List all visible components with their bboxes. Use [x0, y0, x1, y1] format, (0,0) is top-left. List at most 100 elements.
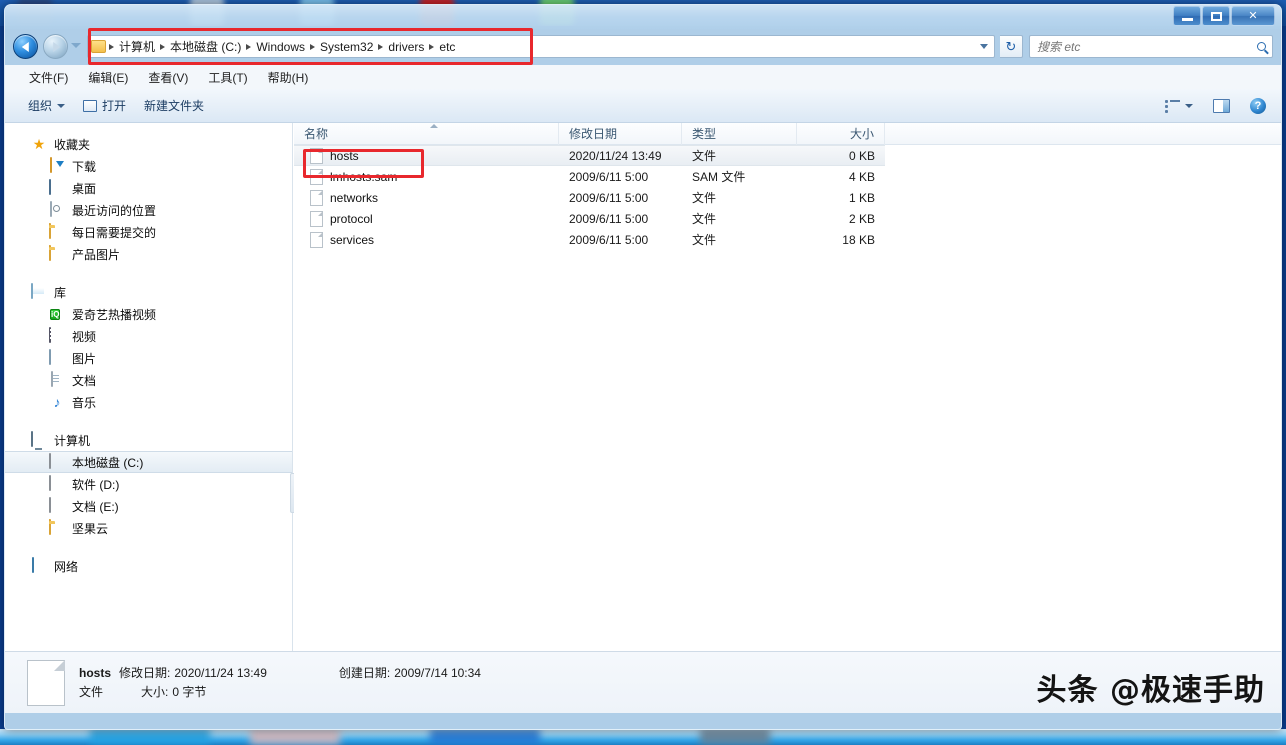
refresh-button[interactable]: ↻: [1000, 35, 1023, 58]
sidebar-item-downloads[interactable]: 下载: [5, 155, 292, 177]
sidebar-item-desktop[interactable]: 桌面: [5, 177, 292, 199]
file-list-view[interactable]: 名称 修改日期 类型 大小 hosts 2020/11/24 13:49 文件 …: [294, 123, 1281, 667]
file-name-cell[interactable]: protocol: [294, 211, 559, 227]
sidebar-label: 网络: [54, 558, 78, 575]
sidebar-item-libraries[interactable]: 库: [5, 281, 292, 303]
file-icon: [310, 211, 323, 227]
help-button[interactable]: ?: [1241, 94, 1275, 118]
chevron-down-icon[interactable]: [980, 44, 988, 49]
open-icon: [83, 100, 97, 112]
navigation-pane[interactable]: ★ 收藏夹 下载 桌面 最近访问的位置: [5, 123, 293, 667]
details-created-value: 2009/7/14 10:34: [394, 664, 481, 683]
history-dropdown-icon[interactable]: [71, 43, 81, 48]
details-text: hosts 修改日期: 2020/11/24 13:49 创建日期: 2009/…: [79, 664, 481, 702]
change-view-button[interactable]: [1156, 96, 1202, 116]
file-icon: [310, 232, 323, 248]
sidebar-item-recent-places[interactable]: 最近访问的位置: [5, 199, 292, 221]
preview-pane-button[interactable]: [1204, 95, 1239, 117]
table-row[interactable]: lmhosts.sam 2009/6/11 5:00 SAM 文件 4 KB: [294, 166, 1281, 187]
sidebar-label: 图片: [72, 350, 96, 367]
breadcrumb-item-4[interactable]: drivers: [384, 38, 428, 56]
details-created-label: 创建日期:: [339, 664, 390, 683]
file-icon-large: [27, 660, 65, 706]
file-type-cell: 文件: [682, 147, 797, 164]
folder-icon: [49, 224, 65, 240]
breadcrumb-separator-icon: [246, 44, 251, 50]
maximize-icon: [1211, 12, 1222, 21]
column-header-type[interactable]: 类型: [682, 123, 797, 145]
sidebar-item-iqiyi[interactable]: iQ 爱奇艺热播视频: [5, 303, 292, 325]
breadcrumb-separator-icon: [429, 44, 434, 50]
breadcrumb-separator-icon: [310, 44, 315, 50]
new-folder-label: 新建文件夹: [144, 97, 204, 114]
menu-item-edit[interactable]: 编辑(E): [78, 66, 138, 89]
sidebar-label: 库: [54, 284, 66, 301]
music-icon: ♪: [49, 394, 65, 410]
menu-item-file[interactable]: 文件(F): [19, 66, 78, 89]
sidebar-item-local-disk-c[interactable]: 本地磁盘 (C:): [5, 451, 292, 473]
file-type-cell: SAM 文件: [682, 168, 797, 185]
forward-button[interactable]: [43, 34, 68, 59]
sidebar-item-pictures[interactable]: 图片: [5, 347, 292, 369]
file-size-cell: 4 KB: [797, 170, 885, 184]
sidebar-item-music[interactable]: ♪ 音乐: [5, 391, 292, 413]
column-header-size[interactable]: 大小: [797, 123, 885, 145]
maximize-button[interactable]: [1202, 6, 1230, 26]
organize-button[interactable]: 组织: [19, 93, 74, 118]
file-type-cell: 文件: [682, 231, 797, 248]
address-bar[interactable]: 计算机 本地磁盘 (C:) Windows System32 drivers e…: [87, 35, 995, 58]
search-icon[interactable]: [1257, 42, 1266, 51]
sidebar-item-drive-d[interactable]: 软件 (D:): [5, 473, 292, 495]
sidebar-item-drive-e[interactable]: 文档 (E:): [5, 495, 292, 517]
taskbar-item-blur: [250, 729, 340, 745]
preview-pane-icon: [1213, 99, 1230, 113]
list-view-icon: [1165, 100, 1180, 112]
table-row[interactable]: networks 2009/6/11 5:00 文件 1 KB: [294, 187, 1281, 208]
search-input[interactable]: [1037, 40, 1257, 54]
close-button[interactable]: ✕: [1231, 6, 1275, 26]
sidebar-item-computer[interactable]: 计算机: [5, 429, 292, 451]
breadcrumb-item-1[interactable]: 本地磁盘 (C:): [166, 36, 245, 57]
watermark: 头条 @极速手助: [1037, 665, 1265, 709]
sidebar-item-documents[interactable]: 文档: [5, 369, 292, 391]
file-type-cell: 文件: [682, 189, 797, 206]
sidebar-label: 视频: [72, 328, 96, 345]
breadcrumb-item-0[interactable]: 计算机: [115, 36, 159, 57]
file-name-cell[interactable]: networks: [294, 190, 559, 206]
breadcrumb-item-5[interactable]: etc: [435, 38, 459, 56]
search-box[interactable]: [1029, 35, 1273, 58]
spacer: [5, 541, 292, 555]
file-type-cell: 文件: [682, 210, 797, 227]
sidebar-label: 每日需要提交的: [72, 224, 156, 241]
sidebar-label: 文档: [72, 372, 96, 389]
menu-item-help[interactable]: 帮助(H): [258, 66, 319, 89]
file-name-cell[interactable]: services: [294, 232, 559, 248]
sidebar-item-product-images[interactable]: 产品图片: [5, 243, 292, 265]
minimize-button[interactable]: [1173, 6, 1201, 26]
menu-item-tools[interactable]: 工具(T): [198, 66, 257, 89]
file-modified-cell: 2020/11/24 13:49: [559, 149, 682, 163]
column-header-date-modified[interactable]: 修改日期: [559, 123, 682, 145]
table-row[interactable]: services 2009/6/11 5:00 文件 18 KB: [294, 229, 1281, 250]
sidebar-label: 音乐: [72, 394, 96, 411]
sidebar-item-network[interactable]: 网络: [5, 555, 292, 577]
sidebar-item-favorites[interactable]: ★ 收藏夹: [5, 133, 292, 155]
breadcrumb-item-3[interactable]: System32: [316, 38, 377, 56]
column-header-name[interactable]: 名称: [294, 123, 559, 145]
sidebar-item-daily-submit[interactable]: 每日需要提交的: [5, 221, 292, 243]
taskbar[interactable]: [0, 729, 1286, 745]
sidebar-item-videos[interactable]: 视频: [5, 325, 292, 347]
back-button[interactable]: [13, 34, 38, 59]
file-name-cell[interactable]: lmhosts.sam: [294, 169, 559, 185]
menu-item-view[interactable]: 查看(V): [138, 66, 198, 89]
file-modified-cell: 2009/6/11 5:00: [559, 170, 682, 184]
breadcrumb-item-2[interactable]: Windows: [252, 38, 309, 56]
file-size-cell: 18 KB: [797, 233, 885, 247]
table-row[interactable]: protocol 2009/6/11 5:00 文件 2 KB: [294, 208, 1281, 229]
new-folder-button[interactable]: 新建文件夹: [135, 93, 213, 118]
sidebar-label: 文档 (E:): [72, 498, 119, 515]
open-button[interactable]: 打开: [74, 93, 135, 118]
sidebar-item-nutstore[interactable]: 坚果云: [5, 517, 292, 539]
table-row[interactable]: hosts 2020/11/24 13:49 文件 0 KB: [294, 145, 885, 166]
file-name-cell[interactable]: hosts: [294, 148, 559, 164]
